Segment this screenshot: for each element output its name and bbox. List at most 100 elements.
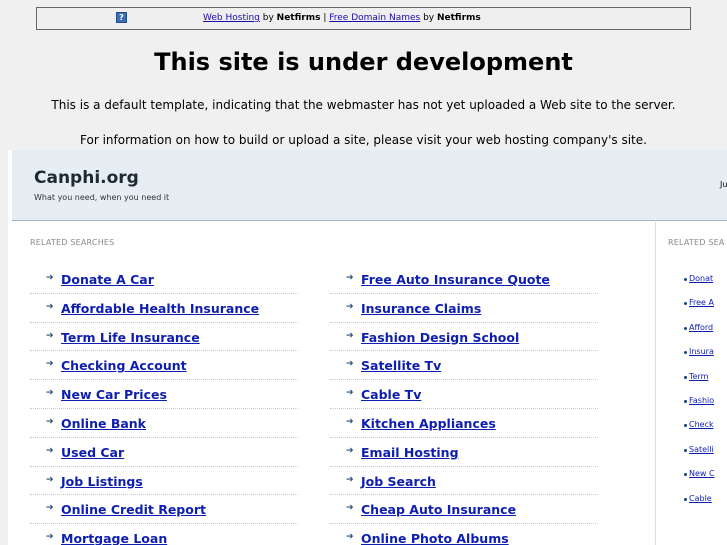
search-link[interactable]: New Car Prices — [61, 387, 167, 402]
search-link[interactable]: Job Search — [361, 474, 436, 489]
list-item: ➔ Checking Account — [30, 351, 298, 381]
search-link[interactable]: Online Photo Albums — [361, 531, 509, 545]
search-link[interactable]: Cheap Auto Insurance — [361, 502, 516, 517]
list-item: ➔ Cheap Auto Insurance — [330, 495, 598, 525]
arrow-right-icon: ➔ — [346, 359, 354, 370]
search-link[interactable]: Fashion Design School — [361, 330, 519, 345]
list-item: Free A — [684, 298, 715, 322]
arrow-right-icon: ➔ — [346, 532, 354, 543]
list-item: ➔ New Car Prices — [30, 380, 298, 409]
side-search-link[interactable]: New C — [689, 469, 715, 478]
free-domain-names-link[interactable]: Free Domain Names — [329, 13, 420, 23]
arrow-right-icon: ➔ — [46, 273, 54, 283]
web-hosting-link[interactable]: Web Hosting — [203, 13, 260, 23]
list-item: ➔ Mortgage Loan — [30, 524, 298, 545]
list-item: ➔ Fashion Design School — [330, 323, 598, 352]
bullet-icon — [684, 302, 687, 306]
list-item: Fashio — [684, 396, 715, 420]
list-item: ➔ Kitchen Appliances — [330, 409, 598, 438]
bullet-icon — [684, 326, 687, 330]
list-item: ➔ Job Listings — [30, 467, 298, 496]
search-link[interactable]: Cable Tv — [361, 387, 421, 402]
question-icon[interactable]: ? — [116, 12, 127, 23]
arrow-right-icon: ➔ — [46, 359, 54, 370]
search-link[interactable]: Job Listings — [61, 474, 143, 489]
bullet-icon — [684, 278, 687, 281]
list-item: ➔ Affordable Health Insurance — [30, 294, 298, 323]
search-link[interactable]: Satellite Tv — [361, 358, 441, 373]
list-item: ➔ Insurance Claims — [330, 294, 598, 323]
side-search-link[interactable]: Free A — [689, 298, 714, 307]
arrow-right-icon: ➔ — [46, 416, 54, 427]
arrow-right-icon: ➔ — [346, 273, 354, 283]
list-item: ➔ Online Photo Albums — [330, 524, 598, 545]
list-item: New C — [684, 469, 715, 493]
side-search-link[interactable]: Cable — [689, 494, 712, 503]
arrow-right-icon: ➔ — [346, 503, 354, 514]
search-link[interactable]: Checking Account — [61, 358, 187, 373]
list-item: ➔ Satellite Tv — [330, 351, 598, 381]
search-link[interactable]: Kitchen Appliances — [361, 416, 496, 431]
search-link[interactable]: Term Life Insurance — [61, 330, 200, 345]
search-link[interactable]: Affordable Health Insurance — [61, 301, 259, 316]
header-right-text: Ju — [720, 180, 727, 189]
hosting-banner: ? Web Hosting by Netfirms | Free Domain … — [36, 7, 691, 30]
arrow-right-icon: ➔ — [46, 330, 54, 341]
related-searches-side: Donat Free A Afford Insura Term Fashio C… — [684, 274, 715, 518]
template-notice: This is a default template, indicating t… — [51, 98, 676, 112]
bullet-icon — [684, 399, 687, 403]
list-item: Cable — [684, 494, 715, 518]
arrow-right-icon: ➔ — [346, 445, 354, 456]
banner-by-text: by — [259, 13, 277, 23]
bullet-icon — [684, 448, 687, 452]
bullet-icon — [684, 375, 687, 379]
side-search-link[interactable]: Donat — [689, 274, 713, 283]
bullet-icon — [684, 424, 687, 428]
netfirms-brand: Netfirms — [276, 13, 321, 23]
side-search-link[interactable]: Insura — [689, 347, 714, 356]
banner-by-text: by — [420, 13, 437, 23]
netfirms-brand: Netfirms — [436, 13, 481, 23]
arrow-right-icon: ➔ — [346, 474, 354, 485]
bullet-icon — [684, 473, 687, 477]
side-search-link[interactable]: Term — [689, 372, 708, 381]
search-link[interactable]: Donate A Car — [61, 272, 154, 287]
arrow-right-icon: ➔ — [46, 388, 54, 399]
search-link[interactable]: Online Bank — [61, 416, 146, 431]
search-link[interactable]: Email Hosting — [361, 445, 459, 460]
banner-separator: | — [320, 13, 330, 23]
arrow-right-icon: ➔ — [46, 474, 54, 485]
parked-domain-frame: Canphi.org What you need, when you need … — [8, 150, 727, 545]
side-search-link[interactable]: Check — [689, 420, 714, 429]
arrow-right-icon: ➔ — [46, 301, 54, 312]
list-item: Term — [684, 372, 715, 396]
list-item: Check — [684, 420, 715, 444]
search-link[interactable]: Insurance Claims — [361, 301, 481, 316]
list-item: ➔ Job Search — [330, 467, 598, 496]
arrow-right-icon: ➔ — [346, 330, 354, 341]
side-search-link[interactable]: Satelli — [689, 445, 714, 454]
list-item: Afford — [684, 323, 715, 347]
related-searches-label: RELATED SEARCHES — [30, 238, 115, 247]
search-link[interactable]: Mortgage Loan — [61, 531, 167, 545]
list-item: ➔ Term Life Insurance — [30, 323, 298, 352]
arrow-right-icon: ➔ — [346, 416, 354, 427]
bullet-icon — [684, 497, 687, 501]
list-item: Insura — [684, 347, 715, 371]
list-item: ➔ Cable Tv — [330, 380, 598, 409]
domain-name: Canphi.org — [34, 168, 139, 188]
arrow-right-icon: ➔ — [46, 532, 54, 543]
column-divider — [655, 222, 656, 545]
page-title: This site is under development — [154, 48, 573, 76]
side-search-link[interactable]: Fashio — [689, 396, 714, 405]
search-link[interactable]: Online Credit Report — [61, 502, 206, 517]
search-link[interactable]: Used Car — [61, 445, 124, 460]
related-searches-column-left: ➔ Donate A Car ➔ Affordable Health Insuran… — [30, 265, 298, 545]
list-item: ➔ Donate A Car — [30, 265, 298, 294]
banner-links: Web Hosting by Netfirms | Free Domain Na… — [203, 13, 481, 23]
parked-header: Canphi.org What you need, when you need … — [12, 150, 727, 221]
search-link[interactable]: Free Auto Insurance Quote — [361, 272, 550, 287]
side-search-link[interactable]: Afford — [689, 323, 713, 332]
list-item: ➔ Email Hosting — [330, 438, 598, 467]
related-searches-column-right: ➔ Free Auto Insurance Quote ➔ Insurance Cl… — [330, 265, 598, 545]
